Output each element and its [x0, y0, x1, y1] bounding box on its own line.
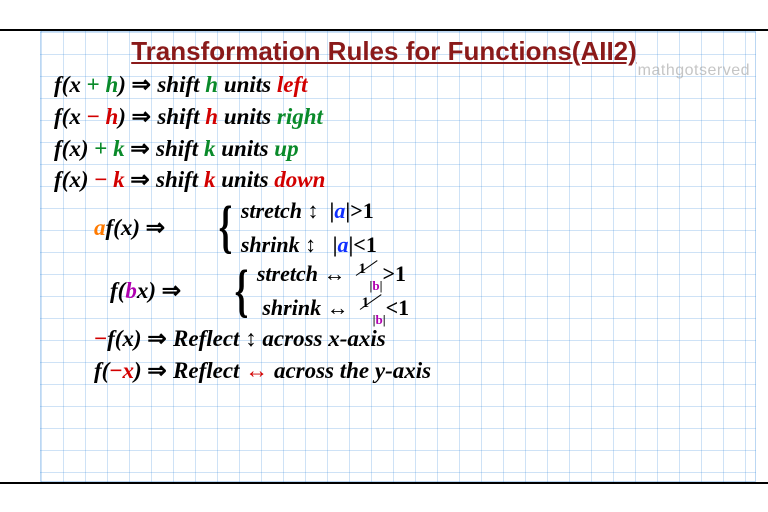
- implies-icon: ⇒: [146, 214, 165, 240]
- rule-reflect-x: −f(x) ⇒ Reflect ↕ across x-axis: [54, 324, 738, 354]
- rhs: shift k units up: [156, 136, 299, 161]
- case-shrink: shrink ↕ |a|<1: [241, 231, 377, 259]
- cases-block: { stretch ↔ 1 |b| >1 shrink ↔: [230, 260, 409, 322]
- implies-icon: ⇒: [130, 166, 156, 192]
- rhs: shift k units down: [156, 167, 325, 192]
- updown-icon: ↕: [245, 326, 257, 351]
- rule-reflect-y: f(−x) ⇒ Reflect ↔ across the y-axis: [54, 356, 738, 386]
- rule-shift-right: f(x − h) ⇒ shift h units right: [54, 102, 738, 132]
- cases-block: { stretch ↕ |a|>1 shrink ↕ |a|<1: [214, 197, 377, 258]
- lhs: f(x) + k: [54, 136, 125, 161]
- fraction: 1 |b|: [360, 298, 386, 322]
- leftright-icon: ↔: [327, 295, 349, 320]
- rule-horizontal-scale: f(bx) ⇒ { stretch ↔ 1 |b| >1 shrink: [54, 260, 738, 322]
- implies-icon: ⇒: [147, 325, 173, 351]
- lhs: f(x) − k: [54, 167, 125, 192]
- implies-icon: ⇒: [130, 135, 156, 161]
- case-shrink: shrink ↔ 1 |b| <1: [257, 294, 409, 322]
- lhs: −f(x): [94, 326, 142, 351]
- updown-icon: ↕: [305, 232, 316, 257]
- rule-shift-down: f(x) − k ⇒ shift k units down: [54, 165, 738, 195]
- lhs: f(x + h): [54, 72, 126, 97]
- implies-icon: ⇒: [132, 103, 158, 129]
- brace-icon: {: [219, 197, 233, 258]
- rule-vertical-scale: af(x) ⇒ { stretch ↕ |a|>1 shrink ↕ |a|<1: [54, 197, 738, 258]
- case-stretch: stretch ↔ 1 |b| >1: [257, 260, 409, 288]
- implies-icon: ⇒: [132, 71, 158, 97]
- fraction: 1 |b|: [356, 264, 382, 288]
- rule-shift-left: f(x + h) ⇒ shift h units left: [54, 70, 738, 100]
- rhs: shift h units left: [157, 72, 307, 97]
- leftright-icon: ↔: [245, 358, 268, 383]
- implies-icon: ⇒: [162, 277, 181, 303]
- rhs: Reflect ↕ across x-axis: [173, 326, 386, 351]
- lhs: f(bx) ⇒: [110, 276, 230, 306]
- lhs: f(−x): [94, 358, 142, 383]
- page: mathgotserved Transformation Rules for F…: [0, 0, 768, 512]
- rules-content: f(x + h) ⇒ shift h units left f(x − h) ⇒…: [54, 70, 738, 387]
- brace-icon: {: [235, 260, 249, 322]
- lhs: f(x − h): [54, 104, 126, 129]
- rhs: shift h units right: [157, 104, 323, 129]
- leftright-icon: ↔: [323, 261, 345, 286]
- lhs: af(x) ⇒: [94, 213, 214, 243]
- implies-icon: ⇒: [147, 357, 173, 383]
- rule-shift-up: f(x) + k ⇒ shift k units up: [54, 134, 738, 164]
- page-title: Transformation Rules for Functions(AII2): [0, 36, 768, 67]
- updown-icon: ↕: [307, 198, 318, 223]
- rhs: Reflect ↔ across the y-axis: [173, 358, 431, 383]
- divider-bottom: [0, 482, 768, 484]
- case-stretch: stretch ↕ |a|>1: [241, 197, 377, 225]
